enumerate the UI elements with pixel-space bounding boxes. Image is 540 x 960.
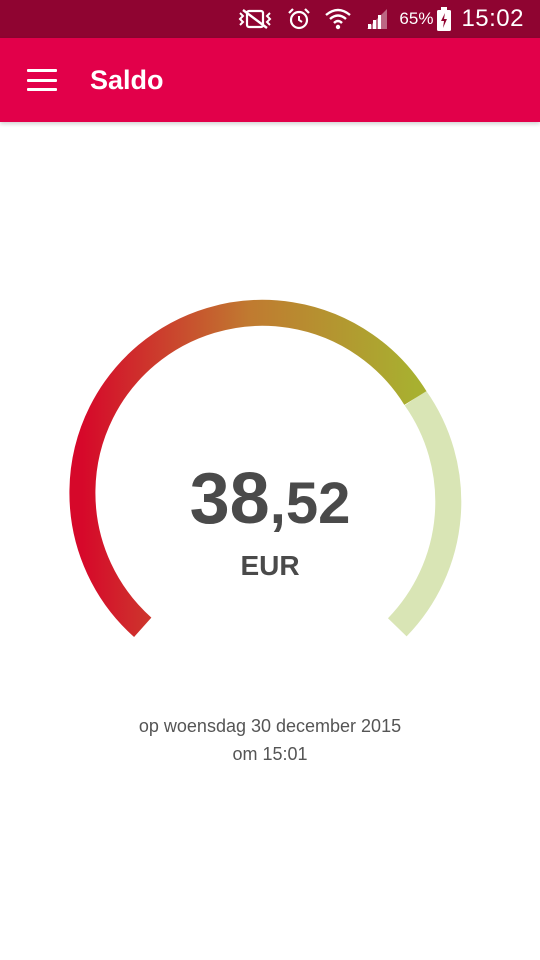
timestamp-date: op woensdag 30 december 2015 <box>138 716 402 736</box>
status-bar: 65% 15:02 <box>0 0 540 38</box>
balance-amount: 38,52 <box>0 458 540 540</box>
timestamp-time: om 15:01 <box>232 744 308 764</box>
balance-integer: 38 <box>189 459 270 539</box>
vibrate-mute-icon <box>237 8 273 30</box>
battery-charging-icon <box>437 7 452 31</box>
battery-percent: 65% <box>399 9 434 28</box>
status-clock: 15:02 <box>461 5 524 32</box>
signal-icon <box>365 7 389 31</box>
balance-decimal: 52 <box>285 471 351 536</box>
page-title: Saldo <box>90 64 164 95</box>
hamburger-menu-icon[interactable] <box>27 69 57 91</box>
wifi-icon <box>325 7 352 31</box>
balance-separator: , <box>269 471 286 536</box>
app-bar: Saldo <box>0 38 540 122</box>
currency-label: EUR <box>240 550 300 581</box>
alarm-icon <box>287 7 311 31</box>
